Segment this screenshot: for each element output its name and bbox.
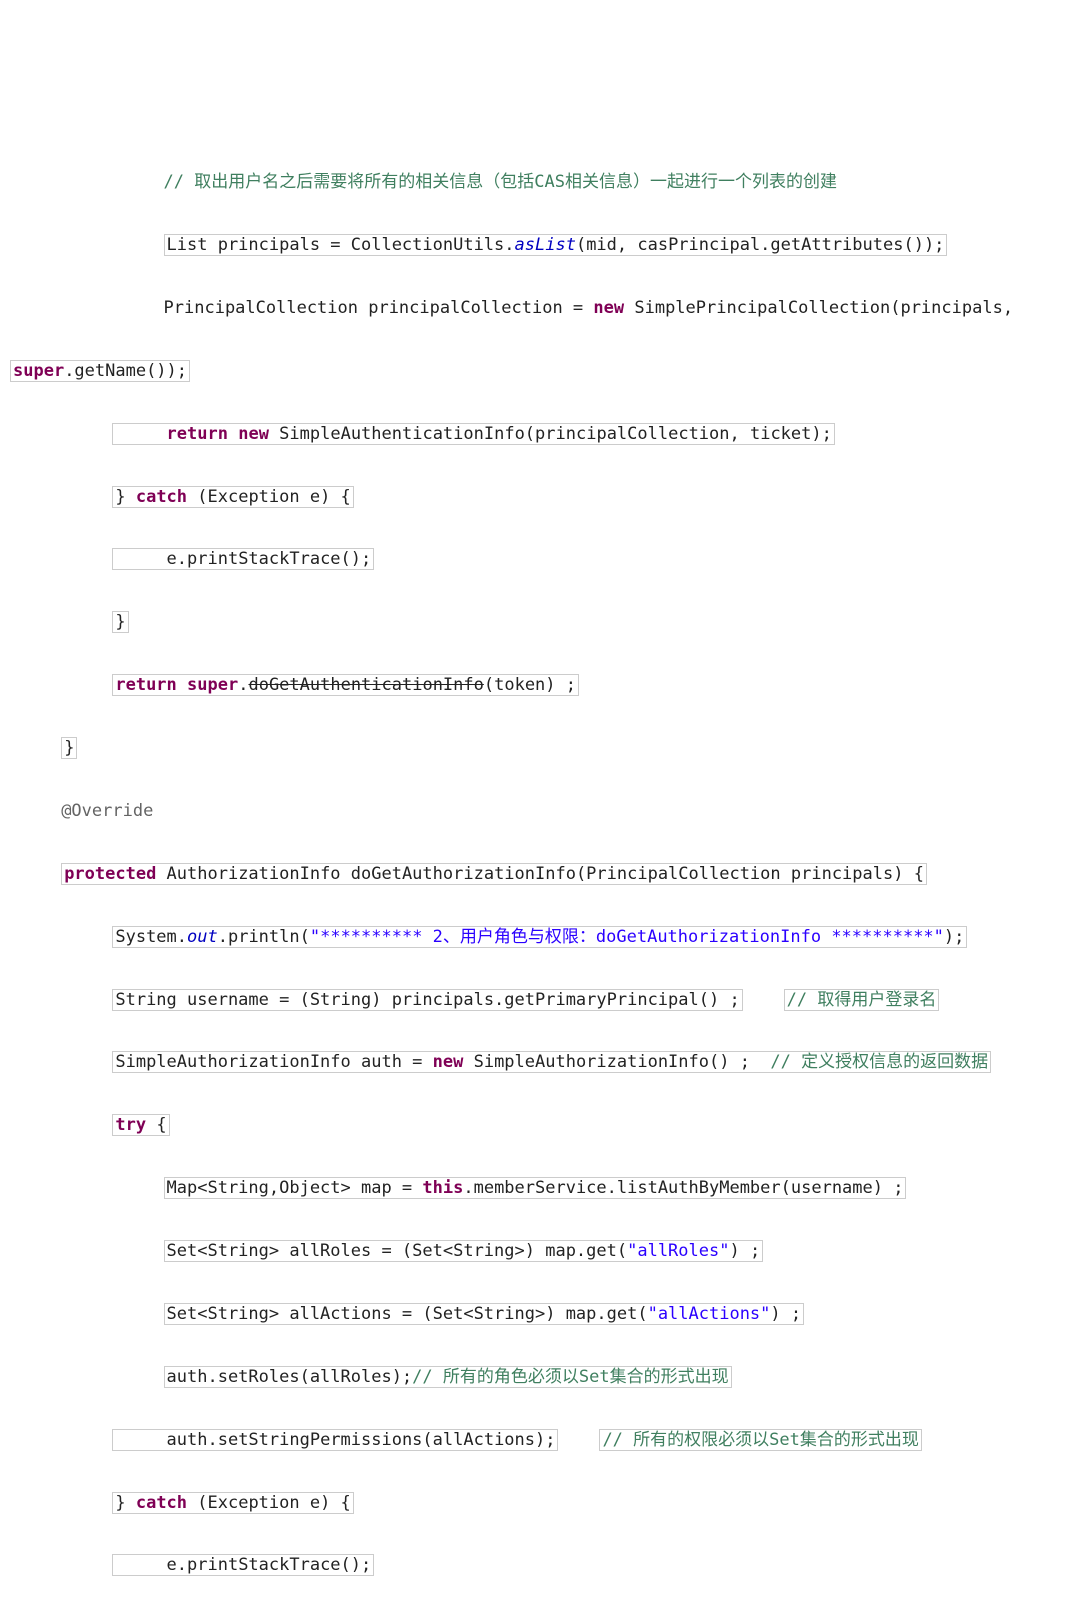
code-fragment: } catch (Exception e) { [112,1492,353,1514]
code-fragment: Set<String> allActions = (Set<String>) m… [164,1303,805,1325]
code-fragment: } [112,611,128,633]
comment: // 取得用户登录名 [784,989,940,1011]
code-fragment: return new SimpleAuthenticationInfo(prin… [112,423,835,445]
code-fragment: super.getName()); [10,360,190,382]
code-fragment: return super.doGetAuthenticationInfo(tok… [112,674,579,696]
code-fragment: Map<String,Object> map = this.memberServ… [164,1177,907,1199]
code-fragment: protected AuthorizationInfo doGetAuthori… [61,863,927,885]
code-fragment: System.out.println("********** 2、用户角色与权限… [112,926,967,948]
code-block: // 取出用户名之后需要将所有的相关信息（包括CAS相关信息）一起进行一个列表的… [10,136,1080,1610]
code-fragment: } catch (Exception e) { [112,486,353,508]
code-fragment: e.printStackTrace(); [112,548,374,570]
code-fragment: List principals = CollectionUtils.asList… [164,234,948,256]
code-fragment: auth.setStringPermissions(allActions); [112,1429,558,1451]
code-fragment: SimpleAuthorizationInfo auth = new Simpl… [112,1051,991,1073]
comment: // 取出用户名之后需要将所有的相关信息（包括CAS相关信息）一起进行一个列表的… [164,172,837,192]
annotation: @Override [61,801,153,821]
code-fragment: Set<String> allRoles = (Set<String>) map… [164,1240,764,1262]
code-fragment: String username = (String) principals.ge… [112,989,742,1011]
code-fragment: auth.setRoles(allRoles);// 所有的角色必须以Set集合… [164,1366,732,1388]
comment: // 所有的权限必须以Set集合的形式出现 [599,1429,921,1451]
code-fragment: try { [112,1114,169,1136]
code-fragment: } [61,737,77,759]
code-fragment: e.printStackTrace(); [112,1554,374,1576]
